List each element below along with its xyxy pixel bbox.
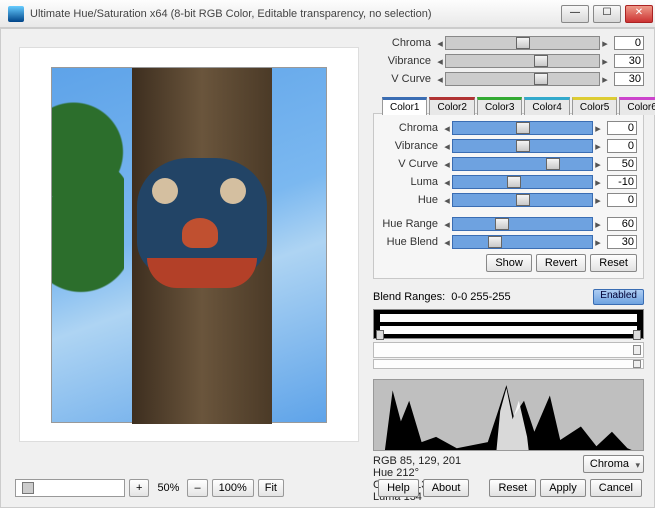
blend-label: Blend Ranges: 0-0 255-255: [373, 291, 511, 303]
arrow-left-icon[interactable]: ◂: [442, 158, 452, 171]
maximize-button[interactable]: ☐: [593, 5, 621, 23]
tab-color2[interactable]: Color2: [429, 97, 474, 115]
preview-pane: [19, 47, 359, 442]
arrow-left-icon[interactable]: ◂: [435, 55, 445, 68]
tab-color4[interactable]: Color4: [524, 97, 569, 115]
tab-color1[interactable]: Color1: [382, 97, 427, 115]
slider-row-hue-range: Hue Range ◂ ▸ 60: [380, 216, 637, 232]
help-button[interactable]: Help: [378, 479, 419, 497]
slider-chroma[interactable]: [452, 121, 593, 135]
tab-color3[interactable]: Color3: [477, 97, 522, 115]
slider-label: Vibrance: [380, 140, 442, 152]
zoom-in-button[interactable]: +: [129, 479, 149, 497]
arrow-left-icon[interactable]: ◂: [442, 140, 452, 153]
slider-label: Vibrance: [373, 55, 435, 67]
slider-row-hue-blend: Hue Blend ◂ ▸ 30: [380, 234, 637, 250]
arrow-right-icon[interactable]: ▸: [593, 236, 603, 249]
histogram: [373, 379, 644, 451]
slider-value-vibrance[interactable]: 30: [614, 54, 644, 68]
slider-label: Chroma: [373, 37, 435, 49]
tab-color5[interactable]: Color5: [572, 97, 617, 115]
zoom-100-button[interactable]: 100%: [212, 479, 254, 497]
slider-row-chroma: Chroma ◂ ▸ 0: [373, 35, 644, 51]
zoom-fit-button[interactable]: Fit: [258, 479, 284, 497]
slider-row-chroma: Chroma ◂ ▸ 0: [380, 120, 637, 136]
arrow-left-icon[interactable]: ◂: [442, 236, 452, 249]
blend-range-aux1[interactable]: [373, 342, 644, 358]
zoom-bar: + 50% – 100% Fit: [15, 479, 284, 497]
slider-value-vibrance[interactable]: 0: [607, 139, 637, 153]
slider-v-curve[interactable]: [452, 157, 593, 171]
slider-luma[interactable]: [452, 175, 593, 189]
arrow-left-icon[interactable]: ◂: [435, 37, 445, 50]
slider-label: V Curve: [380, 158, 442, 170]
slider-vibrance[interactable]: [452, 139, 593, 153]
slider-value-v-curve[interactable]: 30: [614, 72, 644, 86]
slider-value-chroma[interactable]: 0: [614, 36, 644, 50]
minimize-button[interactable]: —: [561, 5, 589, 23]
slider-value-hue[interactable]: 0: [607, 193, 637, 207]
slider-value-chroma[interactable]: 0: [607, 121, 637, 135]
slider-row-v-curve: V Curve ◂ ▸ 50: [380, 156, 637, 172]
slider-row-hue: Hue ◂ ▸ 0: [380, 192, 637, 208]
arrow-right-icon[interactable]: ▸: [593, 218, 603, 231]
arrow-left-icon[interactable]: ◂: [435, 73, 445, 86]
slider-row-vibrance: Vibrance ◂ ▸ 30: [373, 53, 644, 69]
slider-row-v-curve: V Curve ◂ ▸ 30: [373, 71, 644, 87]
slider-label: Hue Blend: [380, 236, 442, 248]
slider-vibrance[interactable]: [445, 54, 600, 68]
slider-label: Chroma: [380, 122, 442, 134]
tab-color6[interactable]: Color6: [619, 97, 655, 115]
show-button[interactable]: Show: [486, 254, 532, 272]
slider-label: Hue: [380, 194, 442, 206]
slider-value-hue-blend[interactable]: 30: [607, 235, 637, 249]
slider-row-luma: Luma ◂ ▸ -10: [380, 174, 637, 190]
arrow-left-icon[interactable]: ◂: [442, 218, 452, 231]
close-button[interactable]: ✕: [625, 5, 653, 23]
zoom-percent: 50%: [153, 482, 183, 494]
slider-label: Hue Range: [380, 218, 442, 230]
slider-v-curve[interactable]: [445, 72, 600, 86]
histogram-mode-select[interactable]: Chroma: [583, 455, 644, 473]
blend-enabled-button[interactable]: Enabled: [593, 289, 644, 305]
slider-value-luma[interactable]: -10: [607, 175, 637, 189]
slider-hue[interactable]: [452, 193, 593, 207]
arrow-right-icon[interactable]: ▸: [600, 55, 610, 68]
preview-image[interactable]: [51, 67, 327, 423]
slider-label: Luma: [380, 176, 442, 188]
about-button[interactable]: About: [423, 479, 470, 497]
arrow-right-icon[interactable]: ▸: [593, 176, 603, 189]
reset-button[interactable]: Reset: [489, 479, 536, 497]
slider-row-vibrance: Vibrance ◂ ▸ 0: [380, 138, 637, 154]
arrow-left-icon[interactable]: ◂: [442, 122, 452, 135]
slider-value-v-curve[interactable]: 50: [607, 157, 637, 171]
zoom-slider[interactable]: [15, 479, 125, 497]
arrow-right-icon[interactable]: ▸: [600, 73, 610, 86]
arrow-right-icon[interactable]: ▸: [593, 194, 603, 207]
cancel-button[interactable]: Cancel: [590, 479, 642, 497]
arrow-left-icon[interactable]: ◂: [442, 176, 452, 189]
slider-hue-range[interactable]: [452, 217, 593, 231]
arrow-right-icon[interactable]: ▸: [600, 37, 610, 50]
apply-button[interactable]: Apply: [540, 479, 586, 497]
zoom-out-button[interactable]: –: [187, 479, 207, 497]
slider-value-hue-range[interactable]: 60: [607, 217, 637, 231]
blend-range-aux2[interactable]: [373, 359, 644, 369]
arrow-left-icon[interactable]: ◂: [442, 194, 452, 207]
arrow-right-icon[interactable]: ▸: [593, 122, 603, 135]
slider-hue-blend[interactable]: [452, 235, 593, 249]
arrow-right-icon[interactable]: ▸: [593, 158, 603, 171]
arrow-right-icon[interactable]: ▸: [593, 140, 603, 153]
titlebar: Ultimate Hue/Saturation x64 (8-bit RGB C…: [0, 0, 655, 28]
slider-chroma[interactable]: [445, 36, 600, 50]
blend-range-main[interactable]: [373, 309, 644, 339]
revert-button[interactable]: Revert: [536, 254, 586, 272]
slider-label: V Curve: [373, 73, 435, 85]
window-title: Ultimate Hue/Saturation x64 (8-bit RGB C…: [30, 8, 559, 20]
color-panel: Color1Color2Color3Color4Color5Color6 Chr…: [373, 113, 644, 279]
panel-reset-button[interactable]: Reset: [590, 254, 637, 272]
app-icon: [8, 6, 24, 22]
blend-section: Blend Ranges: 0-0 255-255 Enabled: [373, 289, 644, 369]
